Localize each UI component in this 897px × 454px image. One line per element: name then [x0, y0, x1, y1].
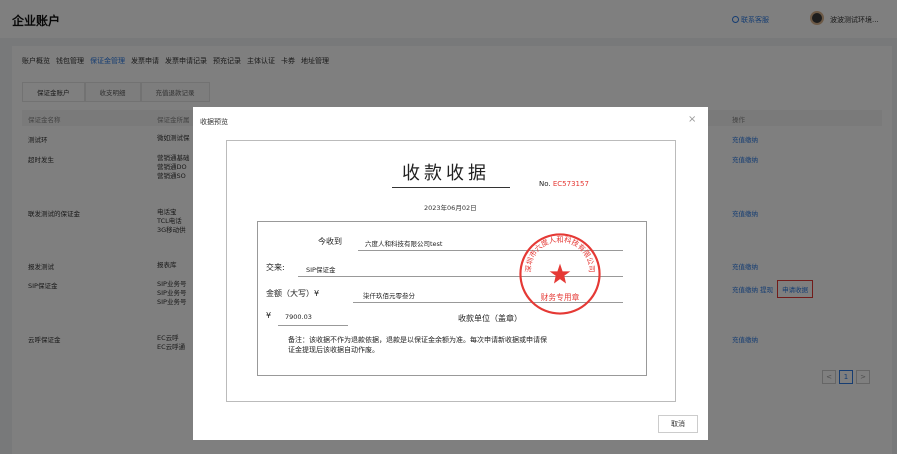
receipt-number-value: EC573157 — [552, 180, 589, 188]
seal-star — [549, 263, 571, 284]
amount-cn-label: 金额（大写）¥ — [266, 289, 320, 298]
receipt-memo: 备注：该收据不作为退款依据，退款是以保证金余额为准。每次申请新收据或申请保证金提… — [288, 336, 547, 354]
item-value: SIP保证金 — [306, 266, 336, 274]
close-icon[interactable]: × — [688, 114, 696, 125]
receipt-date: 2023年06月02日 — [424, 204, 477, 212]
seal-center-text: 财务专用章 — [541, 292, 580, 302]
divider — [278, 325, 348, 326]
cancel-button[interactable]: 取消 — [658, 415, 698, 433]
receipt-title: 收款收据 — [402, 163, 490, 184]
receipt-number-label: No. — [539, 180, 551, 188]
receipt-number: No. EC573157 — [539, 180, 589, 188]
currency-symbol: ¥ — [266, 311, 272, 320]
title-underline — [392, 187, 510, 188]
stamp-label: 收款单位（盖章） — [458, 314, 522, 323]
payer-label: 今收到 — [318, 237, 342, 246]
receipt-preview-dialog: 收据预览 × 收款收据 No. EC573157 2023年06月02日 今收到… — [193, 107, 708, 440]
item-label: 交来: — [266, 263, 285, 272]
seal-stamp: 深圳市六度人和科技有限公司 财务专用章 — [519, 233, 601, 315]
dialog-title: 收据预览 — [200, 118, 228, 126]
payer-value: 六度人和科技有限公司test — [365, 240, 443, 248]
amount-value: 7900.03 — [285, 313, 312, 321]
amount-cn-value: 柒仟玖佰元零叁分 — [363, 292, 415, 300]
receipt: 收款收据 No. EC573157 2023年06月02日 今收到 六度人和科技… — [226, 140, 676, 402]
